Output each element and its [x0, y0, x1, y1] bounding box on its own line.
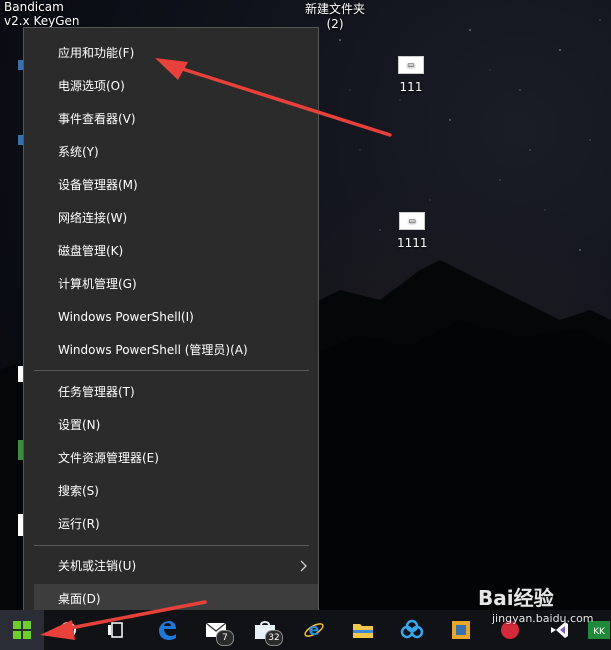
baidu-jingyan-url: jingyan.baidu.com — [492, 612, 594, 625]
desktop-icon-111[interactable]: ▭ 111 — [398, 56, 424, 94]
desktop-icon-label: 111 — [399, 80, 423, 94]
menu-separator — [34, 370, 309, 371]
menu-item-shutdown-signout[interactable]: 关机或注销(U) — [34, 551, 318, 581]
mail-unread-badge: 7 — [216, 630, 234, 646]
desktop-icon-bandicam-keygen[interactable]: Bandicam v2.x KeyGen — [4, 0, 80, 28]
task-view-icon — [108, 622, 123, 638]
store-taskbar-button[interactable]: 32 — [243, 610, 287, 650]
menu-item-powershell-admin[interactable]: Windows PowerShell (管理员)(A) — [34, 335, 318, 365]
cortana-button[interactable] — [46, 610, 90, 650]
app-icon — [452, 621, 470, 639]
menu-separator — [34, 545, 309, 546]
image-file-icon: ▭ — [399, 212, 426, 230]
menu-item-system[interactable]: 系统(Y) — [34, 137, 318, 167]
menu-item-power-options[interactable]: 电源选项(O) — [34, 71, 318, 101]
chevron-right-icon — [300, 560, 307, 572]
edge-taskbar-button[interactable] — [145, 610, 189, 650]
menu-item-run[interactable]: 运行(R) — [34, 509, 318, 539]
menu-item-search[interactable]: 搜索(S) — [34, 476, 318, 506]
internet-explorer-icon: e — [304, 620, 324, 639]
menu-item-disk-management[interactable]: 磁盘管理(K) — [34, 236, 318, 266]
menu-item-task-manager[interactable]: 任务管理器(T) — [34, 377, 318, 407]
desktop-icon-label: v2.x KeyGen — [4, 14, 80, 28]
menu-item-device-manager[interactable]: 设备管理器(M) — [34, 170, 318, 200]
edge-browser-icon — [159, 621, 176, 640]
task-view-button[interactable] — [95, 610, 139, 650]
menu-item-event-viewer[interactable]: 事件查看器(V) — [34, 104, 318, 134]
store-update-badge: 32 — [265, 630, 283, 646]
winx-context-menu: 应用和功能(F) 电源选项(O) 事件查看器(V) 系统(Y) 设备管理器(M)… — [23, 27, 319, 623]
menu-item-label: 关机或注销(U) — [58, 559, 137, 573]
menu-item-powershell[interactable]: Windows PowerShell(I) — [34, 302, 318, 332]
file-explorer-taskbar-button[interactable] — [341, 610, 385, 650]
app-taskbar-button[interactable] — [439, 610, 483, 650]
kk-app-label: KK — [593, 627, 606, 637]
desktop-icon-label: Bandicam — [4, 0, 64, 14]
menu-item-computer-management[interactable]: 计算机管理(G) — [34, 269, 318, 299]
windows-logo-icon — [13, 621, 31, 639]
desktop-icon-1111[interactable]: ▭ 1111 — [397, 212, 428, 250]
menu-item-network-connections[interactable]: 网络连接(W) — [34, 203, 318, 233]
baidu-jingyan-watermark: Bai经验 — [478, 586, 554, 610]
mail-taskbar-button[interactable]: 7 — [194, 610, 238, 650]
desktop-icon-label: 1111 — [397, 236, 428, 250]
menu-item-apps-and-features[interactable]: 应用和功能(F) — [34, 38, 318, 68]
svg-text:e: e — [309, 620, 320, 639]
desktop-icon-label: 新建文件夹 — [305, 2, 366, 16]
start-button[interactable] — [0, 610, 44, 650]
image-file-icon: ▭ — [398, 56, 424, 74]
folder-icon — [353, 624, 373, 638]
menu-item-file-explorer[interactable]: 文件资源管理器(E) — [34, 443, 318, 473]
cloud-drive-icon — [400, 619, 424, 639]
cortana-ring-icon — [60, 622, 76, 638]
menu-item-settings[interactable]: 设置(N) — [34, 410, 318, 440]
baidu-netdisk-taskbar-button[interactable] — [390, 610, 434, 650]
ie-taskbar-button[interactable]: e — [292, 610, 336, 650]
